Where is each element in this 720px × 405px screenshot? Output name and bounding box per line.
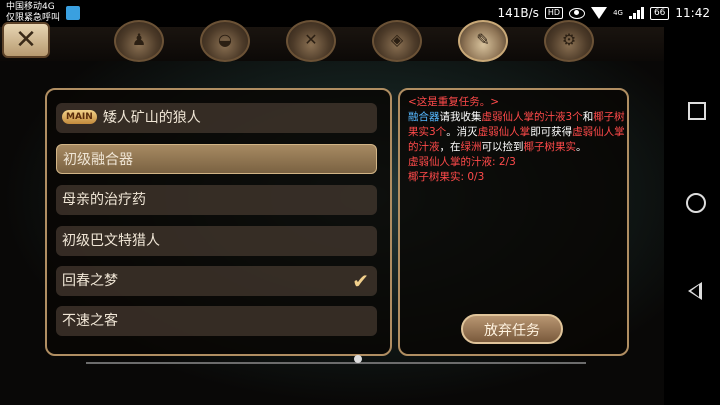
desc-text: 。 [576, 141, 587, 153]
quest-item-5[interactable]: 不速之客 [56, 306, 377, 336]
quest-item-3[interactable]: 初级巴文特猎人 [56, 226, 377, 256]
repeat-quest-notice: <这是重复任务。> [408, 96, 500, 108]
quest-scroll-icon: ✎ [476, 30, 490, 49]
checkmark-icon: ✔ [352, 269, 369, 293]
give-up-quest-button[interactable]: 放弃任务 [461, 314, 563, 344]
location-highlight: 绿洲 [460, 141, 482, 153]
crossed-swords-icon: ✕ [304, 30, 318, 49]
character-icon: ♟ [131, 30, 147, 49]
quest-label: 母亲的治疗药 [62, 192, 146, 208]
android-nav-bar [664, 27, 720, 405]
carrier-info: 中国移动4G 仅限紧急呼叫 [6, 2, 60, 24]
recent-apps-icon[interactable] [688, 102, 706, 120]
quest-description: <这是重复任务。> 融合器请我收集虚弱仙人掌的汁液3个和椰子树果实3个。消灭虚弱… [408, 95, 626, 185]
eye-comfort-icon [569, 7, 586, 19]
page-indicator [354, 355, 362, 363]
tab-settings[interactable]: ⚙ [544, 20, 594, 62]
wifi-icon [591, 7, 608, 19]
npc-name: 融合器 [408, 111, 440, 123]
quest-item-0[interactable]: MAIN 矮人矿山的狼人 [56, 103, 377, 133]
clock: 11:42 [675, 6, 710, 20]
back-icon[interactable] [688, 282, 702, 300]
item-highlight: 虚弱仙人掌的汁液3个 [481, 111, 583, 123]
tab-character[interactable]: ♟ [114, 20, 164, 62]
status-bar: 中国移动4G 仅限紧急呼叫 141B/s HD 4G 66 11:42 [0, 0, 720, 27]
tab-quests[interactable]: ✎ [458, 20, 508, 62]
progress-juice: 虚弱仙人掌的汁液: 2/3 [408, 156, 516, 168]
tab-skills[interactable]: ✕ [286, 20, 336, 62]
monster-highlight: 虚弱仙人掌 [477, 126, 531, 138]
quest-label: 矮人矿山的狼人 [102, 110, 201, 126]
progress-coconut: 椰子树果实: 0/3 [408, 171, 485, 183]
quest-item-2[interactable]: 母亲的治疗药 [56, 185, 377, 215]
bottom-divider [86, 362, 586, 364]
desc-text: 请我收集 [439, 111, 482, 123]
map-icon: ◈ [390, 30, 404, 49]
desc-text: 即可获得 [530, 126, 573, 138]
desc-text: 。消灭 [446, 126, 478, 138]
battery-icon: 66 [649, 6, 670, 20]
quest-label: 初级巴文特猎人 [62, 233, 160, 249]
close-button[interactable]: ✕ [2, 22, 50, 58]
main-quest-badge: MAIN [62, 110, 97, 124]
network-speed: 141B/s [497, 6, 539, 20]
hd-icon: HD [544, 7, 564, 19]
desc-text: 可以捡到 [481, 141, 524, 153]
network-type: 4G [613, 9, 623, 17]
tab-map[interactable]: ◈ [372, 20, 422, 62]
desc-text: 和 [582, 111, 594, 123]
quest-item-4[interactable]: 回春之梦 ✔ [56, 266, 377, 296]
status-icons: 141B/s HD 4G 66 11:42 [497, 4, 710, 22]
tab-bag[interactable]: ◒ [200, 20, 250, 62]
quest-label: 回春之梦 [62, 273, 118, 289]
quest-label: 不速之客 [62, 313, 118, 329]
app-notification-icon [66, 6, 80, 20]
gear-icon: ⚙ [561, 30, 577, 49]
carrier-name: 中国移动4G [6, 2, 55, 12]
home-icon[interactable] [686, 193, 706, 213]
bag-icon: ◒ [218, 30, 232, 49]
item-highlight: 椰子树果实 [523, 141, 577, 153]
quest-label: 初级融合器 [63, 152, 133, 168]
signal-icon [628, 7, 644, 19]
quest-body: 融合器请我收集虚弱仙人掌的汁液3个和椰子树果实3个。消灭虚弱仙人掌即可获得虚弱仙… [408, 110, 626, 155]
quest-item-1[interactable]: 初级融合器 [56, 144, 377, 174]
desc-text: ，在 [439, 141, 461, 153]
